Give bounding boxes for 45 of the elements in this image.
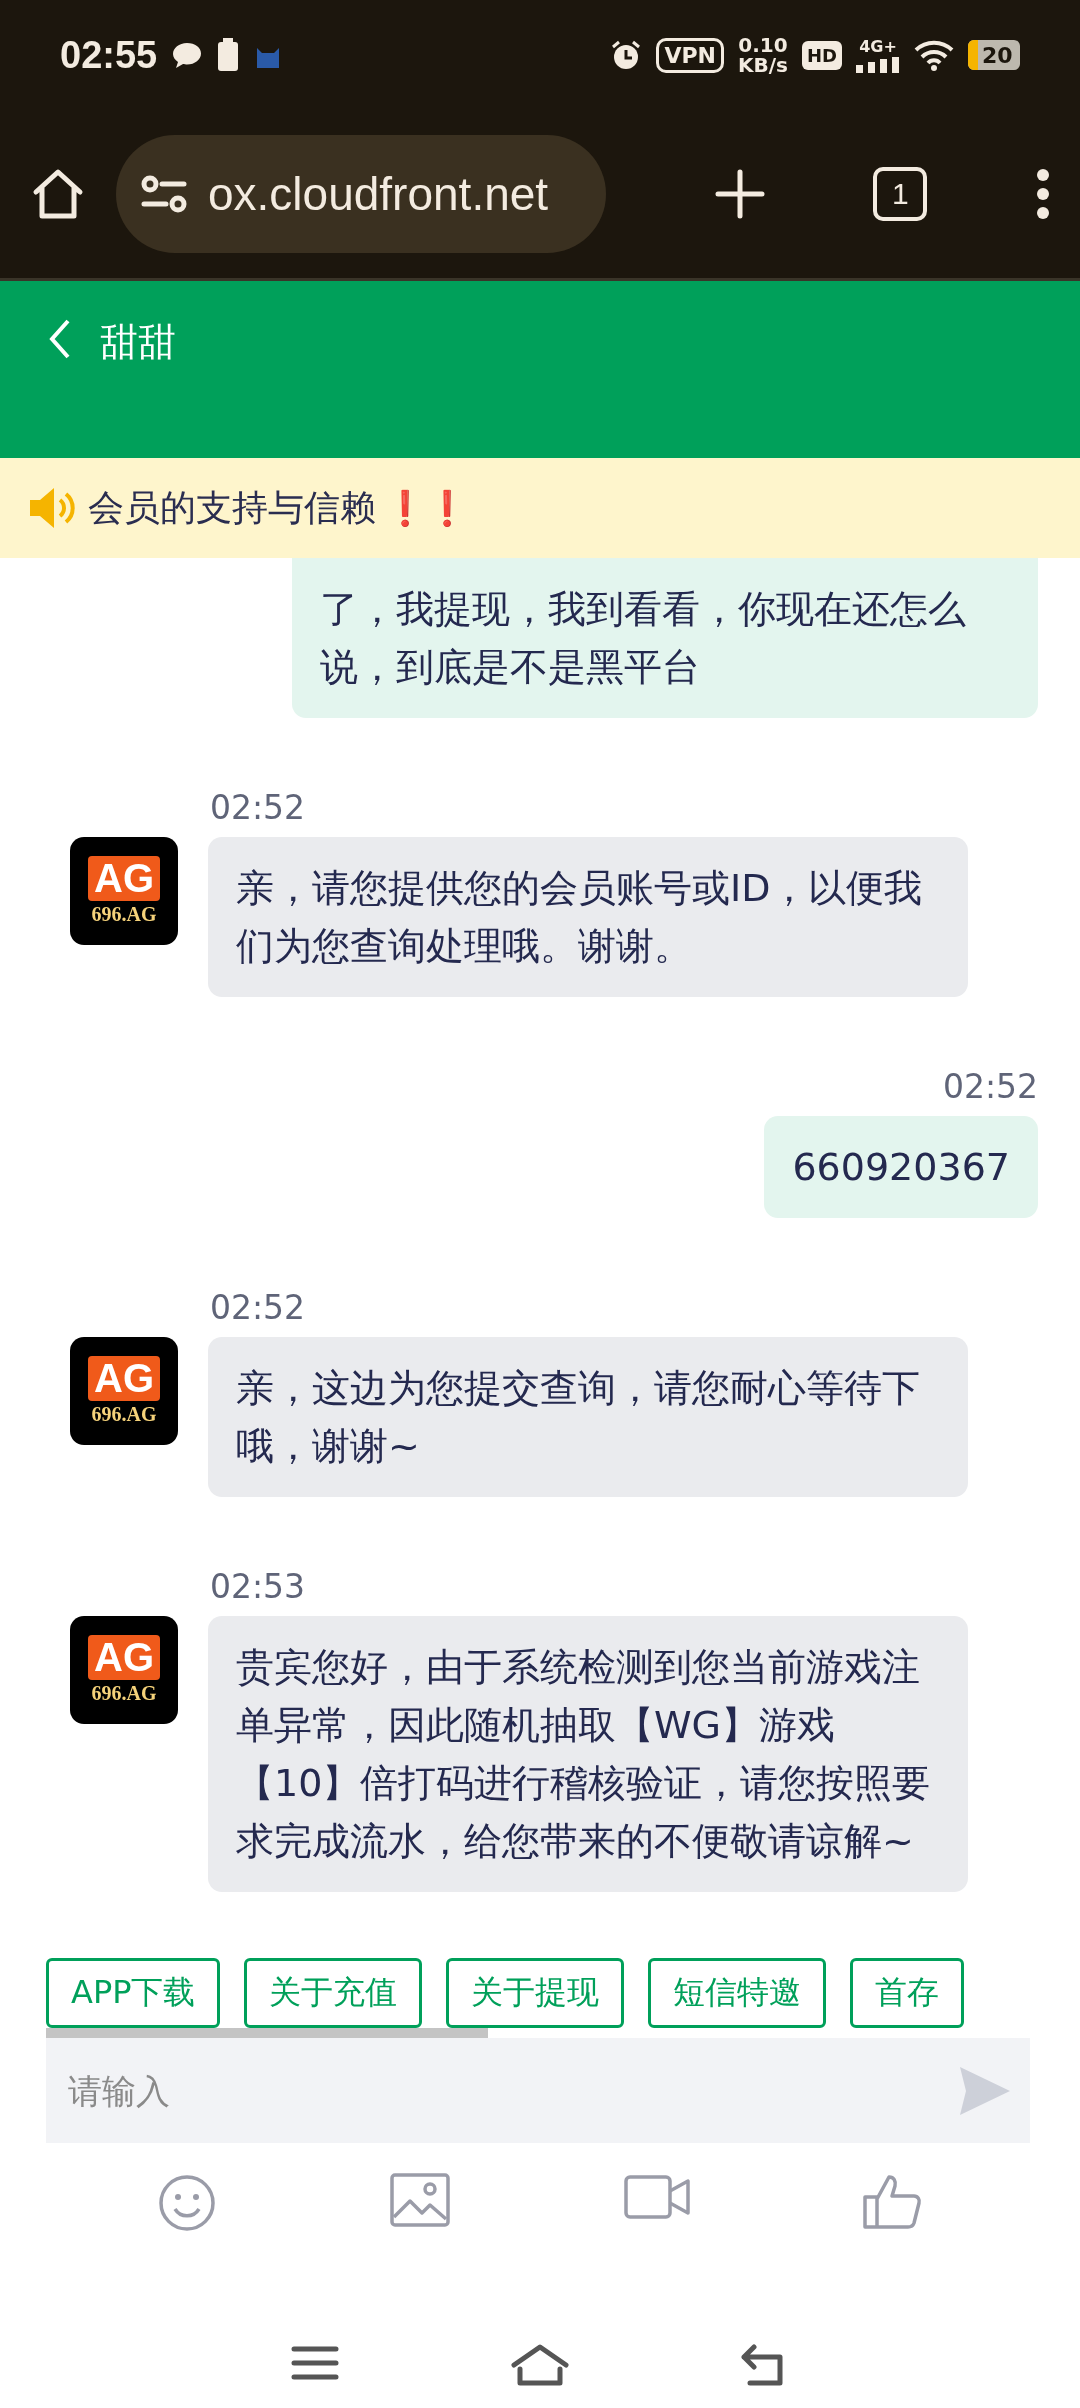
message-input[interactable]: 请输入 <box>66 2069 956 2112</box>
message-time: 02:52 <box>942 1067 1038 1106</box>
message-bubble: 贵宾您好，由于系统检测到您当前游戏注单异常，因此随机抽取【WG】游戏【10】倍打码进行稽核验证，请您按照要求完成流水，给您带来的不便敬请谅解~ <box>208 1616 968 1892</box>
quick-reply-button[interactable]: 关于充值 <box>244 1958 423 2028</box>
hd-indicator: HD <box>802 40 842 70</box>
quick-reply-button[interactable]: 首存 <box>850 1958 965 2028</box>
speed-unit: KB/s <box>738 55 788 75</box>
chat-title: 甜甜 <box>100 319 176 366</box>
site-settings-icon[interactable] <box>140 174 188 214</box>
thumbs-up-icon[interactable] <box>863 2173 924 2229</box>
message-time: 02:53 <box>210 1567 307 1606</box>
quick-reply-button[interactable]: APP下载 <box>46 1958 221 2028</box>
back-icon[interactable] <box>48 317 72 361</box>
tab-switcher[interactable]: 1 <box>873 167 928 221</box>
message-time: 02:52 <box>210 788 307 827</box>
message-time: 02:52 <box>210 1288 307 1327</box>
quick-reply-button[interactable]: 关于提现 <box>446 1958 625 2028</box>
network-speed: 0.10 <box>738 35 788 55</box>
avatar: AG 696.AG <box>70 837 178 945</box>
alarm-icon <box>610 39 643 71</box>
wifi-icon <box>914 39 954 71</box>
input-field[interactable]: 请输入 <box>46 2038 1030 2143</box>
address-bar[interactable]: ox.cloudfront.net <box>116 135 606 253</box>
avatar: AG 696.AG <box>70 1616 178 1724</box>
plus-icon[interactable] <box>714 169 765 219</box>
battery-indicator: 20 <box>968 40 1020 70</box>
chat-icon <box>171 40 204 70</box>
quick-reply-button[interactable]: 短信特邀 <box>648 1958 827 2028</box>
smiley-icon[interactable] <box>156 2173 217 2233</box>
message-bubble: 660920367 <box>764 1116 1038 1218</box>
more-icon[interactable] <box>1036 168 1050 220</box>
message-bubble: 亲，请您提供您的会员账号或ID，以便我们为您查询处理哦。谢谢。 <box>208 837 968 997</box>
avatar: AG 696.AG <box>70 1337 178 1445</box>
battery-icon <box>217 38 240 72</box>
vpn-indicator: VPN <box>656 37 725 73</box>
exclamation-marks: ❗❗ <box>384 488 468 528</box>
home-icon[interactable] <box>510 2343 570 2387</box>
video-camera-icon[interactable] <box>623 2173 690 2221</box>
status-time: 02:55 <box>60 33 158 77</box>
image-icon[interactable] <box>390 2173 451 2227</box>
network-type: 4G+ <box>859 37 897 57</box>
message-bubble: 亲，这边为您提交查询，请您耐心等待下哦，谢谢~ <box>208 1337 968 1497</box>
notice-text: 会员的支持与信赖 <box>88 485 376 530</box>
signal-icon <box>856 57 900 73</box>
message-bubble: 了，我提现，我到看看，你现在还怎么说，到底是不是黑平台 <box>292 558 1038 718</box>
